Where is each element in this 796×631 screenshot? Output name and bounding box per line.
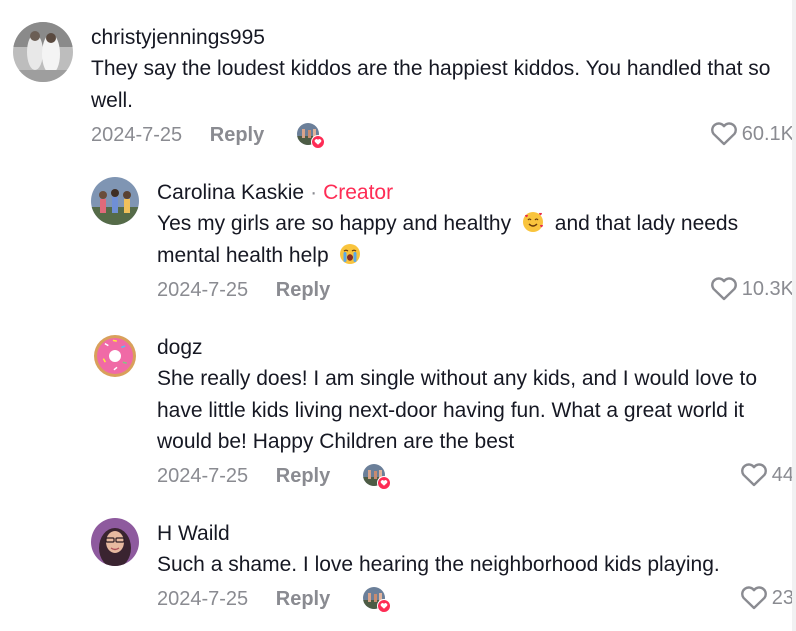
creator-liked-indicator xyxy=(297,123,325,149)
like-count: 44 xyxy=(771,463,794,486)
smiling-face-with-hearts-icon xyxy=(522,212,543,232)
donut-avatar-icon xyxy=(91,332,139,380)
comment-date: 2024-7-25 xyxy=(157,465,249,487)
comment-text: They say the loudest kiddos are the happ… xyxy=(91,57,771,112)
comment-date: 2024-7-25 xyxy=(91,124,183,146)
like-button[interactable]: 44 xyxy=(740,462,794,488)
comment-meta: 2024-7-25 Reply xyxy=(157,463,330,489)
creator-liked-indicator xyxy=(363,587,391,613)
comment-thread: christyjennings995 They say the loudest … xyxy=(0,0,796,631)
scrollbar-track[interactable] xyxy=(792,0,796,631)
reply-button[interactable]: Reply xyxy=(210,124,264,146)
comment-text: Yes my girls are so happy and healthy an… xyxy=(157,208,787,271)
like-button[interactable]: 23 xyxy=(740,585,794,611)
avatar-photo-icon xyxy=(91,177,139,225)
comment-date: 2024-7-25 xyxy=(157,279,249,301)
heart-badge-icon xyxy=(377,599,391,613)
comment-text: Such a shame. I love hearing the neighbo… xyxy=(157,553,720,576)
heart-outline-icon xyxy=(740,463,767,487)
creator-username[interactable]: Carolina Kaskie xyxy=(157,181,304,204)
avatar[interactable] xyxy=(13,22,73,82)
heart-badge-icon xyxy=(311,135,325,149)
avatar-photo-icon xyxy=(13,22,73,82)
comment-username[interactable]: christyjennings995 xyxy=(91,25,265,51)
like-button[interactable]: 10.3K xyxy=(710,276,794,302)
comment-text: She really does! I am single without any… xyxy=(157,367,757,453)
like-count: 60.1K xyxy=(741,122,794,145)
heart-outline-icon xyxy=(710,277,737,301)
avatar[interactable] xyxy=(91,518,139,566)
avatar[interactable] xyxy=(91,332,139,380)
comment-meta: 2024-7-25 Reply xyxy=(157,586,330,612)
comment-date: 2024-7-25 xyxy=(157,588,249,610)
separator-dot: · xyxy=(310,181,318,204)
heart-badge-icon xyxy=(377,476,391,490)
avatar[interactable] xyxy=(91,177,139,225)
like-count: 10.3K xyxy=(741,277,794,300)
comment-username[interactable]: dogz xyxy=(157,335,203,361)
comment-text-part: Yes my girls are so happy and healthy xyxy=(157,212,512,235)
creator-liked-indicator xyxy=(363,464,391,490)
reply-button[interactable]: Reply xyxy=(276,465,330,487)
creator-badge: Creator xyxy=(323,181,394,204)
avatar-photo-icon xyxy=(91,518,139,566)
heart-outline-icon xyxy=(710,122,737,146)
comment-username: Carolina Kaskie · Creator xyxy=(157,180,393,206)
comment-username[interactable]: H Waild xyxy=(157,521,230,547)
comment-meta: 2024-7-25 Reply xyxy=(157,277,330,303)
like-count: 23 xyxy=(771,586,794,609)
loudly-crying-face-icon xyxy=(340,243,361,264)
heart-outline-icon xyxy=(740,586,767,610)
reply-button[interactable]: Reply xyxy=(276,588,330,610)
comment-meta: 2024-7-25 Reply xyxy=(91,122,264,148)
like-button[interactable]: 60.1K xyxy=(710,121,794,147)
reply-button[interactable]: Reply xyxy=(276,279,330,301)
